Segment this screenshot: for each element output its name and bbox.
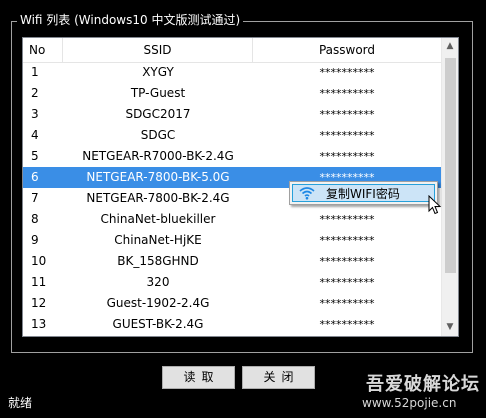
table-row[interactable]: 11 320 ********** xyxy=(23,272,441,293)
cell-password: ********** xyxy=(319,129,375,142)
cell-ssid: BK_158GHND xyxy=(117,254,199,268)
cell-password: ********** xyxy=(319,255,375,268)
cell-no: 9 xyxy=(31,233,39,247)
table-row[interactable]: 8 ChinaNet-bluekiller ********** xyxy=(23,209,441,230)
cell-no: 8 xyxy=(31,212,39,226)
cell-password: ********** xyxy=(319,213,375,226)
cell-password: ********** xyxy=(319,234,375,247)
wifi-password-window: Wifi 列表 (Windows10 中文版测试通过) No SSID Pass… xyxy=(0,0,486,418)
cell-ssid: TP-Guest xyxy=(130,86,186,100)
vertical-scrollbar[interactable]: ▲ ▼ xyxy=(441,38,458,336)
status-text: 就绪 xyxy=(8,396,33,410)
column-header-ssid[interactable]: SSID xyxy=(63,38,253,62)
cell-ssid: ChinaNet-HjKE xyxy=(114,233,202,247)
close-button[interactable]: 关闭 xyxy=(242,366,315,389)
cell-ssid: GUEST-BK-2.4G xyxy=(112,317,204,331)
cell-ssid: ChinaNet-bluekiller xyxy=(100,212,216,226)
table-row[interactable]: 1 XYGY ********** xyxy=(23,62,441,83)
cell-password: ********** xyxy=(319,108,375,121)
table-row[interactable]: 2 TP-Guest ********** xyxy=(23,83,441,104)
table-row[interactable]: 4 SDGC ********** xyxy=(23,125,441,146)
table-row[interactable]: 3 SDGC2017 ********** xyxy=(23,104,441,125)
watermark-title: 吾爱破解论坛 xyxy=(366,374,480,395)
cell-password: ********** xyxy=(319,276,375,289)
cell-password: ********** xyxy=(319,87,375,100)
list-header: No SSID Password xyxy=(23,38,441,63)
cell-no: 5 xyxy=(31,149,39,163)
table-row[interactable]: 5 NETGEAR-R7000-BK-2.4G ********** xyxy=(23,146,441,167)
cell-password: ********** xyxy=(319,318,375,331)
watermark-url: www.52pojie.cn xyxy=(362,396,457,410)
menu-item-label: 复制WIFI密码 xyxy=(326,186,400,201)
cell-password: ********** xyxy=(319,150,375,163)
column-header-password[interactable]: Password xyxy=(253,38,441,62)
context-menu: 复制WIFI密码 xyxy=(289,181,438,205)
cell-ssid: Guest-1902-2.4G xyxy=(106,296,210,310)
cell-no: 1 xyxy=(31,65,39,79)
cell-password: ********** xyxy=(319,66,375,79)
read-button[interactable]: 读取 xyxy=(162,366,235,389)
cell-ssid: 320 xyxy=(146,275,170,289)
cell-password: ********** xyxy=(319,297,375,310)
groupbox-title: Wifi 列表 (Windows10 中文版测试通过) xyxy=(17,12,244,28)
scroll-down-arrow-icon[interactable]: ▼ xyxy=(442,319,458,336)
table-row[interactable]: 13 GUEST-BK-2.4G ********** xyxy=(23,314,441,335)
wifi-icon xyxy=(296,185,318,201)
cell-no: 10 xyxy=(31,254,47,268)
cell-no: 12 xyxy=(31,296,47,310)
table-row[interactable]: 10 BK_158GHND ********** xyxy=(23,251,441,272)
cell-no: 4 xyxy=(31,128,39,142)
cell-no: 3 xyxy=(31,107,39,121)
table-row[interactable]: 9 ChinaNet-HjKE ********** xyxy=(23,230,441,251)
cell-ssid: SDGC xyxy=(140,128,176,142)
scroll-up-arrow-icon[interactable]: ▲ xyxy=(442,38,458,55)
menu-item-copy-wifi-password[interactable]: 复制WIFI密码 xyxy=(292,184,435,202)
table-row[interactable]: 12 Guest-1902-2.4G ********** xyxy=(23,293,441,314)
cell-ssid: SDGC2017 xyxy=(125,107,191,121)
column-header-no[interactable]: No xyxy=(23,38,63,62)
mouse-cursor-icon xyxy=(428,194,442,215)
cell-ssid: NETGEAR-7800-BK-2.4G xyxy=(86,191,230,205)
cell-no: 7 xyxy=(31,191,39,205)
cell-ssid: NETGEAR-7800-BK-5.0G xyxy=(86,170,230,184)
cell-no: 11 xyxy=(31,275,47,289)
cell-no: 6 xyxy=(31,170,39,184)
scrollbar-thumb[interactable] xyxy=(445,58,456,273)
cell-no: 13 xyxy=(31,317,47,331)
cell-ssid: NETGEAR-R7000-BK-2.4G xyxy=(82,149,234,163)
cell-ssid: XYGY xyxy=(142,65,174,79)
cell-no: 2 xyxy=(31,86,39,100)
